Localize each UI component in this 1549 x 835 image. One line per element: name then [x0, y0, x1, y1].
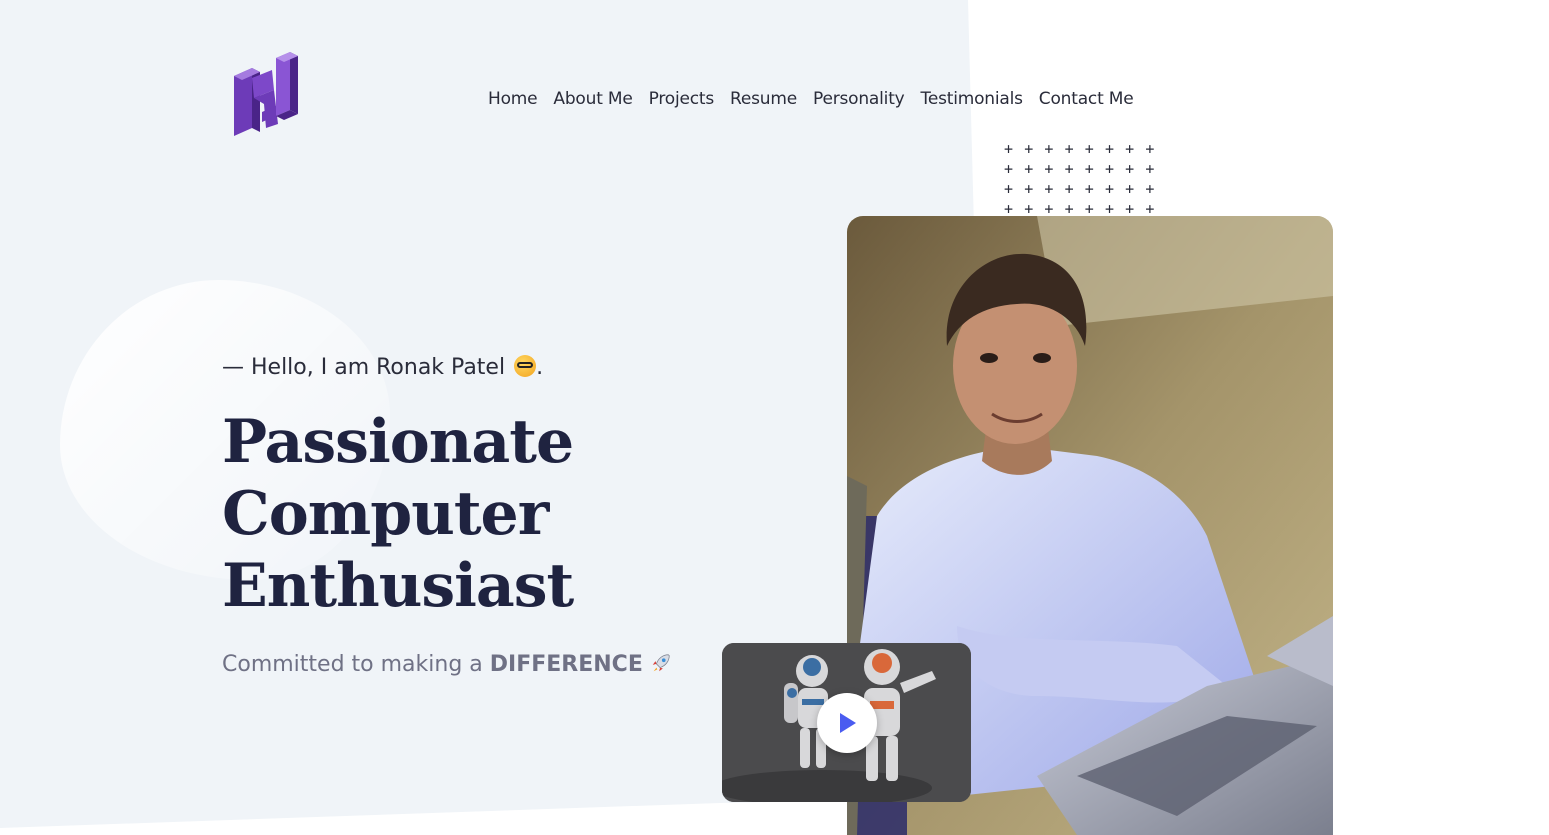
plus-glyph: +: [1145, 140, 1155, 158]
hero-greeting: — Hello, I am Ronak Patel .: [222, 355, 543, 380]
main-navigation: Home About Me Projects Resume Personalit…: [488, 89, 1134, 109]
plus-glyph: +: [1064, 180, 1074, 198]
plus-glyph: +: [1084, 180, 1094, 198]
nav-about-me-link[interactable]: About Me: [553, 89, 632, 109]
video-thumbnail[interactable]: [722, 643, 971, 802]
tagline-emphasis: DIFFERENCE: [489, 652, 643, 677]
hero-headline: Passionate Computer Enthusiast: [222, 406, 574, 622]
plus-glyph: +: [1084, 160, 1094, 178]
play-icon: [840, 713, 856, 733]
rocket-icon: [652, 654, 670, 672]
plus-glyph: +: [1104, 180, 1114, 198]
plus-glyph: +: [1044, 180, 1054, 198]
greeting-period: .: [536, 355, 544, 380]
plus-glyph: +: [1125, 140, 1135, 158]
hero-tagline: Committed to making a DIFFERENCE: [222, 652, 672, 677]
plus-glyph: +: [1024, 180, 1034, 198]
play-button[interactable]: [817, 693, 877, 753]
headline-line: Enthusiast: [222, 551, 574, 621]
plus-glyph: +: [1125, 180, 1135, 198]
greeting-text: — Hello, I am Ronak Patel: [222, 355, 506, 380]
plus-pattern-decoration: + + + + + + + + + + + + + + + + + + + + + + + + + + + + + + + +: [1004, 140, 1164, 220]
plus-glyph: +: [1004, 180, 1014, 198]
plus-glyph: +: [1145, 180, 1155, 198]
plus-glyph: +: [1145, 160, 1155, 178]
plus-glyph: +: [1004, 140, 1014, 158]
nav-resume-link[interactable]: Resume: [730, 89, 797, 109]
nav-home-link[interactable]: Home: [488, 89, 538, 109]
plus-glyph: +: [1004, 160, 1014, 178]
nav-testimonials-link[interactable]: Testimonials: [921, 89, 1023, 109]
tagline-text: Committed to making a: [222, 652, 490, 677]
plus-glyph: +: [1125, 160, 1135, 178]
plus-glyph: +: [1104, 160, 1114, 178]
plus-glyph: +: [1064, 140, 1074, 158]
plus-glyph: +: [1104, 140, 1114, 158]
plus-glyph: +: [1044, 140, 1054, 158]
nerd-face-icon: [514, 355, 537, 377]
plus-glyph: +: [1024, 160, 1034, 178]
nav-projects-link[interactable]: Projects: [649, 89, 715, 109]
headline-line: Passionate: [222, 407, 574, 477]
plus-glyph: +: [1024, 140, 1034, 158]
plus-glyph: +: [1044, 160, 1054, 178]
plus-glyph: +: [1064, 160, 1074, 178]
plus-glyph: +: [1084, 140, 1094, 158]
headline-line: Computer: [222, 479, 549, 549]
nav-personality-link[interactable]: Personality: [813, 89, 905, 109]
rj-logo-icon[interactable]: [232, 48, 306, 138]
nav-contact-me-link[interactable]: Contact Me: [1039, 89, 1134, 109]
